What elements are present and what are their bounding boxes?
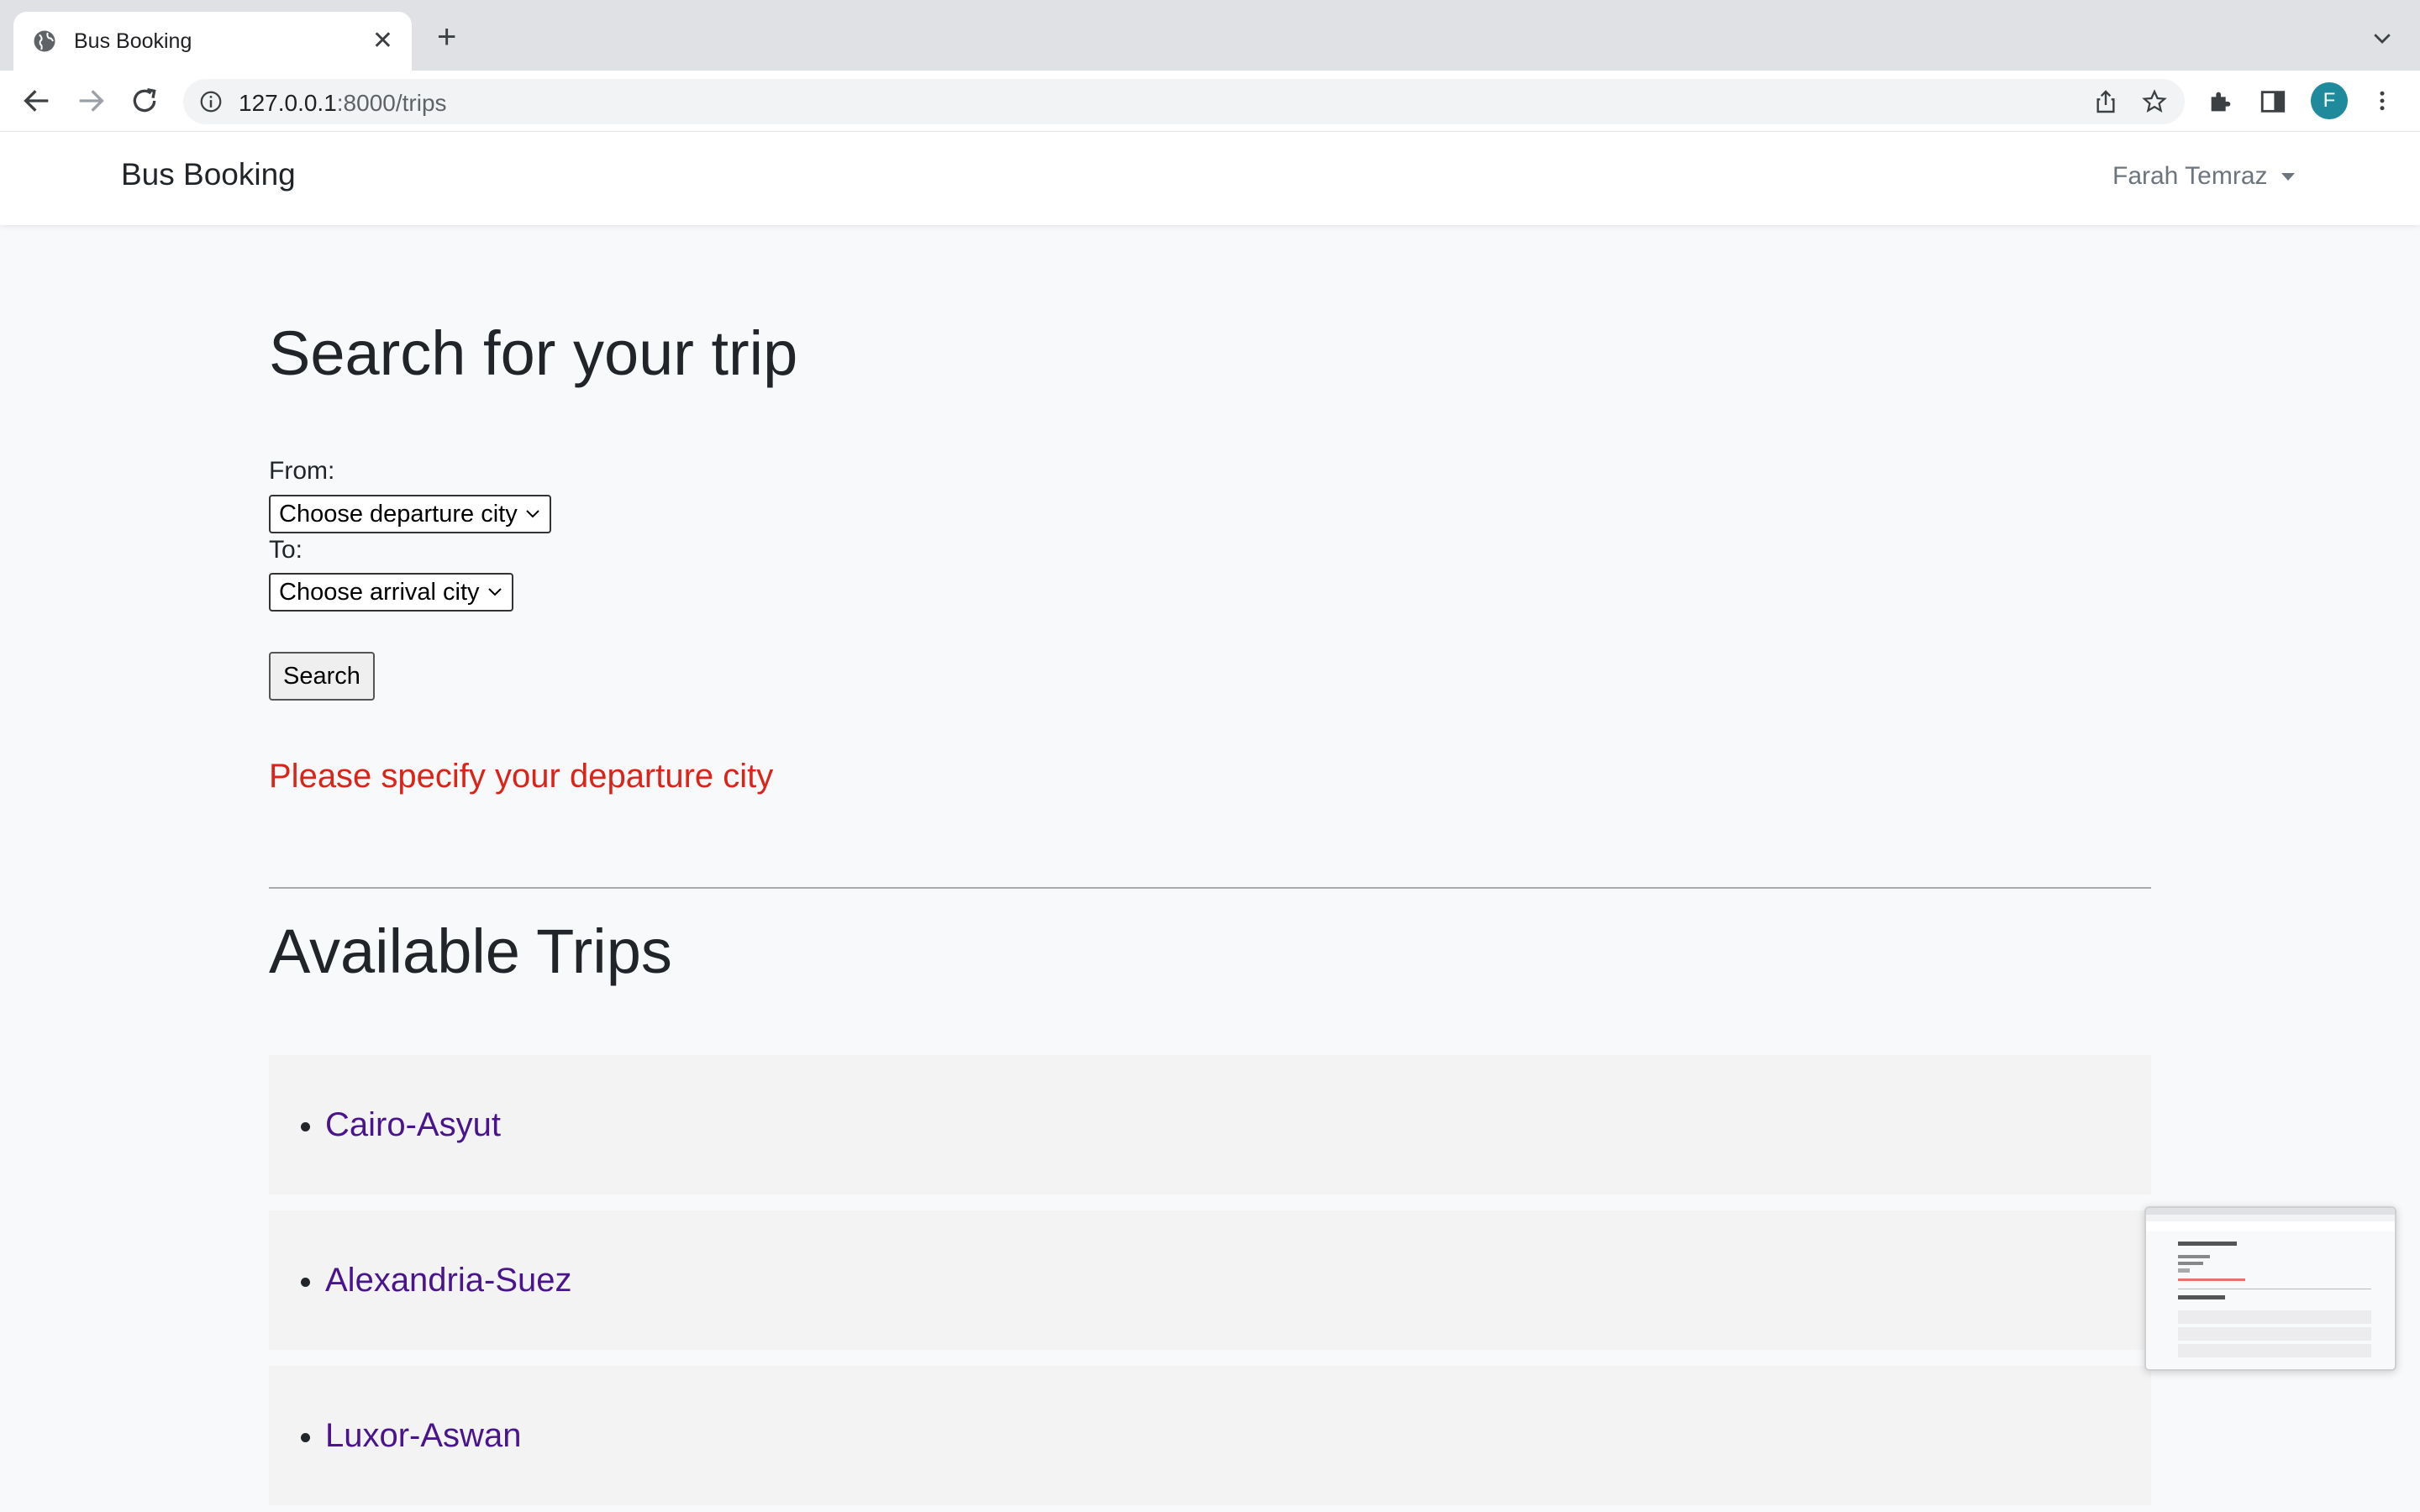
trip-list-item: Cairo-Asyut (269, 1055, 2151, 1194)
navbar-brand[interactable]: Bus Booking (121, 157, 296, 192)
chevron-down-icon (526, 510, 539, 518)
app-navbar: Bus Booking Farah Temraz (0, 131, 2420, 225)
trip-list-item: Alexandria-Suez (269, 1210, 2151, 1350)
search-button[interactable]: Search (269, 652, 375, 701)
globe-icon (34, 30, 55, 52)
to-city-select[interactable]: Choose arrival city (269, 573, 513, 612)
user-dropdown[interactable]: Farah Temraz (2112, 162, 2295, 191)
error-message: Please specify your departure city (269, 758, 774, 795)
trip-list-item: Luxor-Aswan (269, 1366, 2151, 1505)
available-trips-heading: Available Trips (269, 916, 672, 986)
trip-link-luxor-aswan[interactable]: Luxor-Aswan (325, 1417, 521, 1455)
bookmark-star-icon[interactable] (2141, 88, 2168, 115)
close-tab-icon[interactable]: ✕ (372, 29, 393, 54)
section-divider (269, 887, 2151, 889)
trip-link-cairo-asyut[interactable]: Cairo-Asyut (325, 1106, 501, 1144)
caret-down-icon (2281, 172, 2295, 181)
tab-title: Bus Booking (74, 29, 192, 53)
bullet-icon (301, 1432, 310, 1442)
user-name: Farah Temraz (2112, 162, 2268, 190)
bullet-icon (301, 1277, 310, 1287)
thumbnail-image (2146, 1208, 2395, 1369)
browser-toolbar: 127.0.0.1:8000/trips F (0, 71, 2420, 131)
trip-link-alexandria-suez[interactable]: Alexandria-Suez (325, 1262, 572, 1299)
url-path: :8000/trips (336, 90, 447, 116)
tab-search-chevron-icon[interactable] (2370, 25, 2395, 50)
from-select-value: Choose departure city (279, 500, 518, 528)
kebab-menu-icon[interactable] (2370, 86, 2395, 116)
back-arrow-icon[interactable] (20, 84, 54, 118)
from-label: From: (269, 457, 335, 485)
browser-tab[interactable]: Bus Booking ✕ (13, 12, 412, 71)
search-heading: Search for your trip (269, 318, 798, 388)
screenshot-thumbnail-preview[interactable] (2144, 1206, 2396, 1371)
reload-icon[interactable] (128, 84, 161, 118)
to-select-value: Choose arrival city (279, 578, 480, 606)
to-label: To: (269, 536, 303, 564)
new-tab-icon[interactable]: + (437, 20, 456, 54)
forward-arrow-icon[interactable] (74, 84, 108, 118)
url-text: 127.0.0.1:8000/trips (239, 90, 447, 117)
bullet-icon (301, 1121, 310, 1131)
address-bar[interactable]: 127.0.0.1:8000/trips (183, 79, 2185, 124)
side-panel-icon[interactable] (2259, 87, 2287, 116)
url-host: 127.0.0.1 (239, 90, 337, 116)
from-city-select[interactable]: Choose departure city (269, 495, 551, 533)
share-icon[interactable] (2092, 88, 2119, 115)
chevron-down-icon (487, 588, 502, 596)
extensions-puzzle-icon[interactable] (2207, 87, 2235, 116)
browser-tabbar: Bus Booking ✕ + (0, 0, 2420, 71)
site-info-icon[interactable] (198, 89, 224, 114)
profile-avatar[interactable]: F (2311, 82, 2348, 119)
